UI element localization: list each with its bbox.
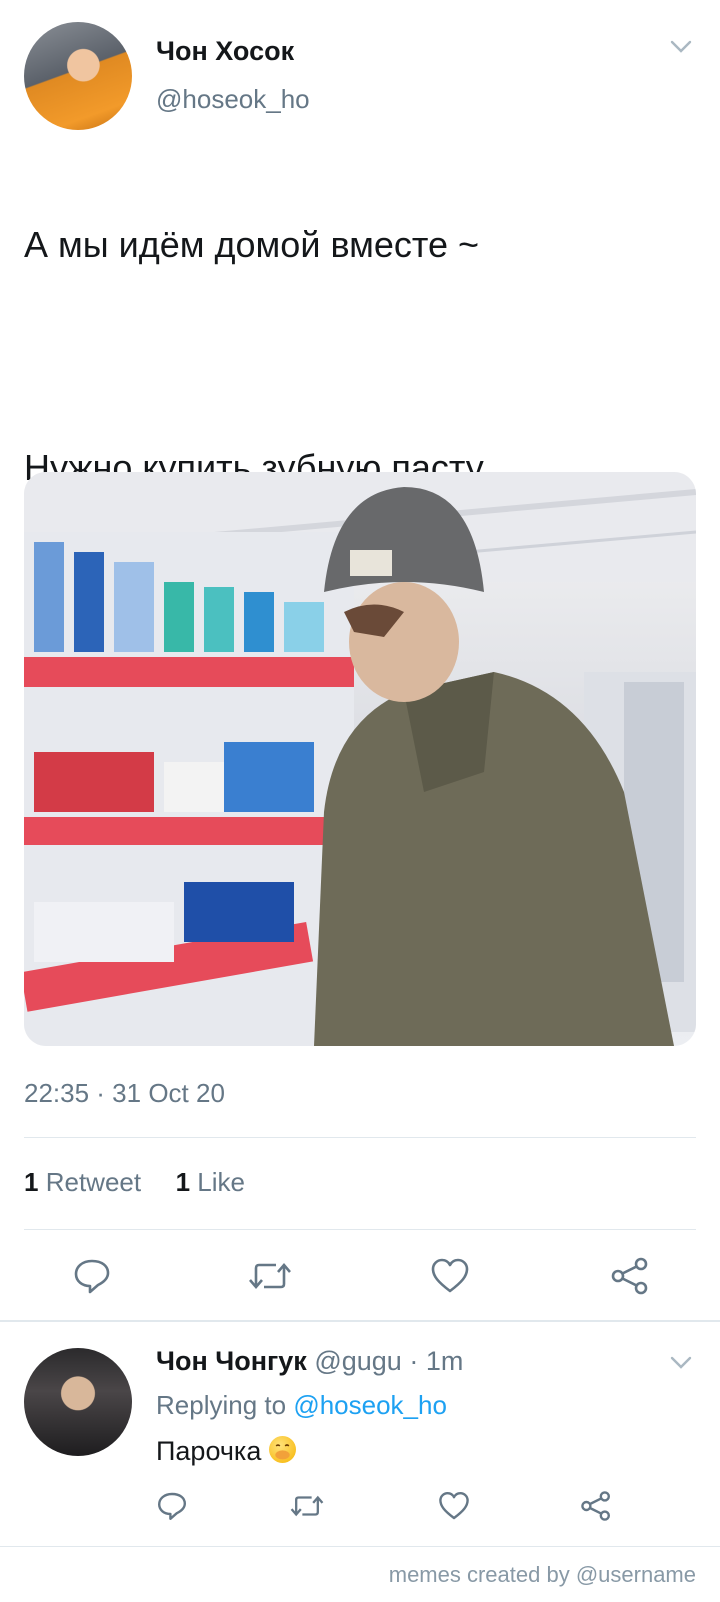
reply-icon[interactable] [72, 1256, 112, 1296]
reply-actions [0, 1490, 720, 1524]
reply-author-handle[interactable]: @gugu [314, 1346, 401, 1376]
tweet-text-line1: А мы идём домой вместе ~ [24, 223, 480, 265]
heart-icon[interactable] [430, 1256, 470, 1296]
tweet-timestamp: 22:35 · 31 Oct 20 [24, 1078, 225, 1108]
like-count: 1 [175, 1167, 191, 1197]
author-handle[interactable]: @hoseok_ho [156, 84, 310, 115]
tweet-actions [0, 1254, 720, 1298]
chevron-down-icon[interactable] [670, 1356, 692, 1370]
reply-time: · 1m [409, 1346, 464, 1376]
reply-text: Парочка [156, 1436, 296, 1467]
reply-header: Чон Чонгук @gugu · 1m [156, 1346, 463, 1377]
reply-icon[interactable] [156, 1490, 188, 1522]
author-avatar[interactable] [24, 22, 132, 130]
tweet-photo[interactable] [24, 472, 696, 1046]
share-icon[interactable] [610, 1256, 650, 1296]
watermark-text: memes created by @username [388, 1562, 696, 1587]
like-count-label[interactable]: Like [197, 1167, 245, 1197]
retweet-icon[interactable] [248, 1256, 292, 1296]
retweet-count-label[interactable]: Retweet [46, 1167, 141, 1197]
share-icon[interactable] [580, 1490, 612, 1522]
section-separator [0, 1320, 720, 1322]
author-name[interactable]: Чон Хосок [156, 36, 294, 67]
face-with-hand-over-mouth-emoji [268, 1436, 296, 1464]
chevron-down-icon[interactable] [670, 40, 692, 54]
replying-to: Replying to @hoseok_ho [156, 1390, 447, 1421]
heart-icon[interactable] [438, 1490, 470, 1522]
engagement-counts: 1 Retweet 1 Like [24, 1167, 245, 1198]
divider [24, 1137, 696, 1138]
retweet-count: 1 [24, 1167, 39, 1197]
reply-author-name[interactable]: Чон Чонгук [156, 1346, 307, 1376]
replying-to-link[interactable]: @hoseok_ho [293, 1390, 447, 1420]
reply-text-body: Парочка [156, 1436, 262, 1466]
retweet-icon[interactable] [290, 1490, 324, 1522]
section-separator [0, 1546, 720, 1547]
replying-prefix: Replying to [156, 1390, 287, 1420]
reply-author-avatar[interactable] [24, 1348, 132, 1456]
divider [24, 1229, 696, 1230]
